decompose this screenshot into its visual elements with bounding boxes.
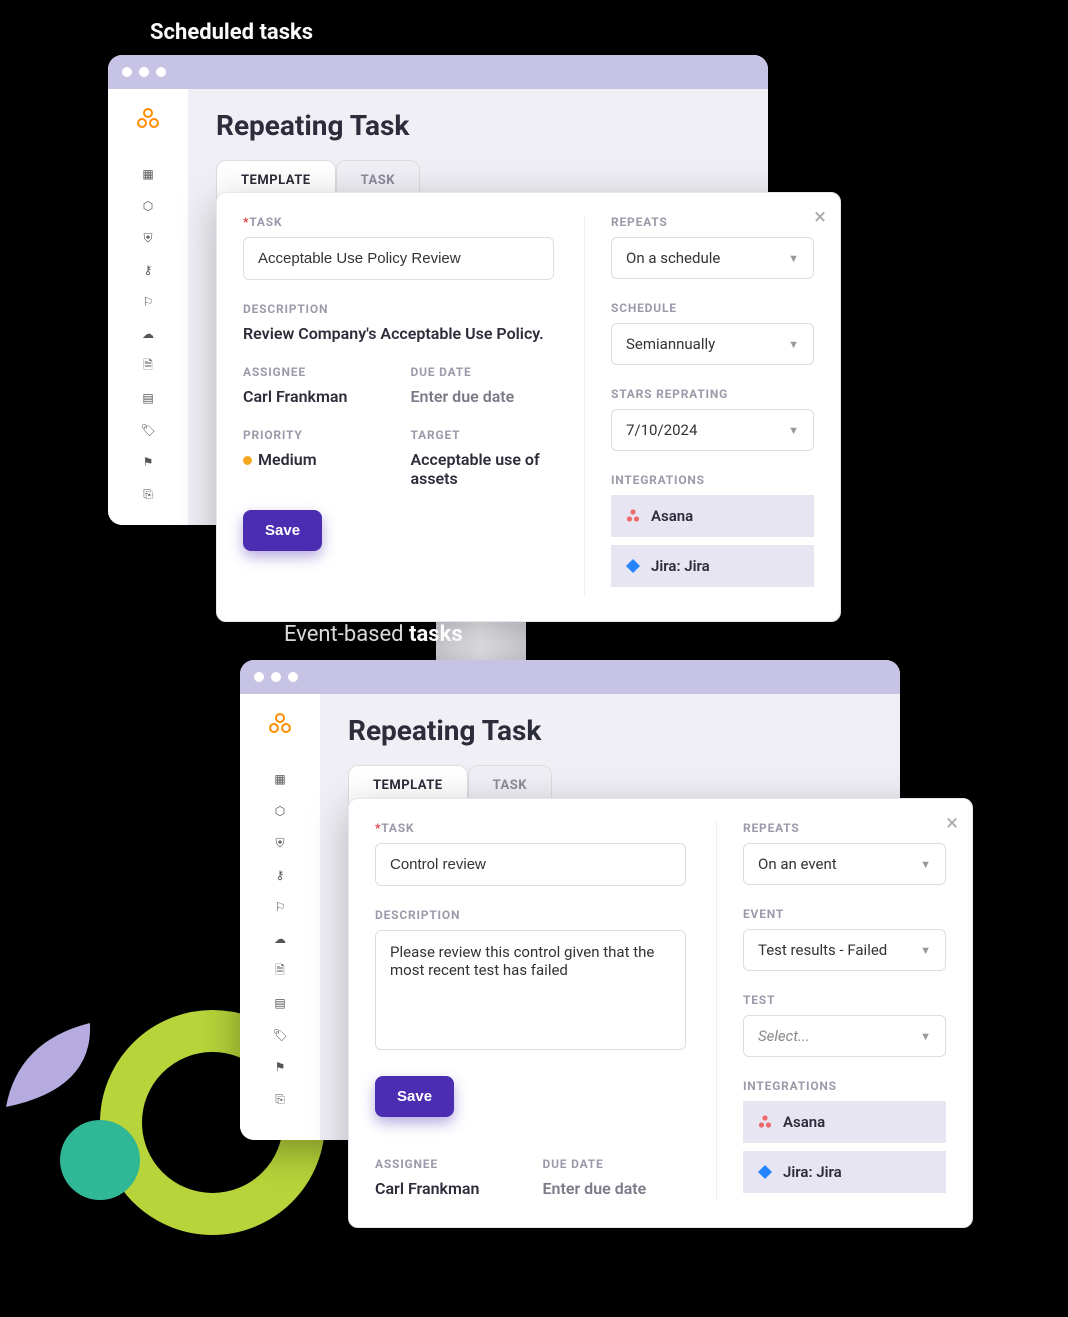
- assignee-value: Carl Frankman: [243, 387, 387, 406]
- starts-date-select[interactable]: 7/10/2024▼: [611, 409, 814, 451]
- sidebar-item-icon[interactable]: 🏷: [273, 1028, 287, 1042]
- window-dot: [254, 672, 264, 682]
- priority-dot-icon: [243, 456, 252, 465]
- decorative-leaf: [0, 1005, 120, 1125]
- jira-icon: [625, 558, 641, 574]
- test-select[interactable]: Select...▼: [743, 1015, 946, 1057]
- schedule-select[interactable]: Semiannually▼: [611, 323, 814, 365]
- chevron-down-icon: ▼: [788, 252, 799, 265]
- sidebar-item-icon[interactable]: ⚑: [273, 1060, 287, 1074]
- window-titlebar: [108, 55, 768, 89]
- sidebar: ▦ ⬡ ⛨ ⚷ ⚐ ☁ 🗎 ▤ 🏷 ⚑ ⎘: [108, 89, 188, 525]
- duedate-label: DUE DATE: [411, 365, 555, 379]
- description-label: DESCRIPTION: [375, 908, 686, 922]
- task-panel-event-based: × *TASK DESCRIPTION Save ASSIGNEE Carl F…: [348, 798, 973, 1228]
- integrations-label: INTEGRATIONS: [611, 473, 814, 487]
- section-label-event-based: Event-based tasks: [284, 622, 463, 647]
- chevron-down-icon: ▼: [788, 424, 799, 437]
- sidebar-item-icon[interactable]: ⚐: [141, 295, 155, 309]
- duedate-label: DUE DATE: [543, 1157, 687, 1171]
- window-dot: [139, 67, 149, 77]
- chevron-down-icon: ▼: [788, 338, 799, 351]
- section-label-scheduled: Scheduled tasks: [150, 20, 313, 45]
- description-textarea[interactable]: [375, 930, 686, 1050]
- assignee-label: ASSIGNEE: [375, 1157, 519, 1171]
- sidebar-item-icon[interactable]: ⚐: [273, 900, 287, 914]
- integration-jira[interactable]: Jira: Jira: [743, 1151, 946, 1193]
- target-value: Acceptable use of assets: [411, 450, 555, 488]
- integrations-label: INTEGRATIONS: [743, 1079, 946, 1093]
- priority-label: PRIORITY: [243, 428, 387, 442]
- sidebar-item-icon[interactable]: ▤: [273, 996, 287, 1010]
- asana-icon: [625, 508, 641, 524]
- asana-icon: [757, 1114, 773, 1130]
- integration-label: Jira: Jira: [783, 1163, 842, 1181]
- integration-label: Asana: [783, 1113, 825, 1131]
- priority-value: Medium: [243, 450, 387, 469]
- description-text: Review Company's Acceptable Use Policy.: [243, 324, 554, 343]
- sidebar-item-icon[interactable]: 🗎: [273, 964, 287, 978]
- page-title: Repeating Task: [216, 109, 740, 142]
- sidebar-item-icon[interactable]: 🗎: [141, 359, 155, 373]
- task-panel-scheduled: × *TASK DESCRIPTION Review Company's Acc…: [216, 192, 841, 622]
- sidebar-item-icon[interactable]: ⚑: [141, 455, 155, 469]
- duedate-value[interactable]: Enter due date: [543, 1179, 687, 1198]
- sidebar-item-icon[interactable]: ☁: [273, 932, 287, 946]
- integration-asana[interactable]: Asana: [743, 1101, 946, 1143]
- task-label: *TASK: [375, 821, 686, 835]
- page-title: Repeating Task: [348, 714, 872, 747]
- sidebar-item-icon[interactable]: ⚷: [141, 263, 155, 277]
- window-dot: [156, 67, 166, 77]
- task-name-input[interactable]: [243, 237, 554, 280]
- close-icon[interactable]: ×: [814, 205, 826, 230]
- save-button[interactable]: Save: [243, 510, 322, 551]
- close-icon[interactable]: ×: [946, 811, 958, 836]
- sidebar-item-icon[interactable]: ⎘: [141, 487, 155, 501]
- sidebar-item-icon[interactable]: ⬡: [141, 199, 155, 213]
- description-label: DESCRIPTION: [243, 302, 554, 316]
- window-dot: [122, 67, 132, 77]
- sidebar-item-icon[interactable]: ⛨: [273, 836, 287, 850]
- integration-label: Jira: Jira: [651, 557, 710, 575]
- sidebar-item-icon[interactable]: 🏷: [141, 423, 155, 437]
- repeats-select[interactable]: On an event▼: [743, 843, 946, 885]
- integration-jira[interactable]: Jira: Jira: [611, 545, 814, 587]
- task-name-input[interactable]: [375, 843, 686, 886]
- chevron-down-icon: ▼: [920, 1030, 931, 1043]
- repeats-label: REPEATS: [743, 821, 946, 835]
- window-titlebar: [240, 660, 900, 694]
- app-logo-icon: [268, 712, 292, 742]
- decorative-dot: [60, 1120, 140, 1200]
- window-dot: [288, 672, 298, 682]
- jira-icon: [757, 1164, 773, 1180]
- integration-label: Asana: [651, 507, 693, 525]
- sidebar-item-icon[interactable]: ⚷: [273, 868, 287, 882]
- sidebar-item-icon[interactable]: ⛨: [141, 231, 155, 245]
- sidebar: ▦ ⬡ ⛨ ⚷ ⚐ ☁ 🗎 ▤ 🏷 ⚑ ⎘: [240, 694, 320, 1140]
- repeats-label: REPEATS: [611, 215, 814, 229]
- integration-asana[interactable]: Asana: [611, 495, 814, 537]
- task-label: *TASK: [243, 215, 554, 229]
- repeats-select[interactable]: On a schedule▼: [611, 237, 814, 279]
- sidebar-item-icon[interactable]: ▦: [273, 772, 287, 786]
- test-label: TEST: [743, 993, 946, 1007]
- event-label: EVENT: [743, 907, 946, 921]
- window-dot: [271, 672, 281, 682]
- starts-label: STARS REPRATING: [611, 387, 814, 401]
- sidebar-item-icon[interactable]: ⎘: [273, 1092, 287, 1106]
- assignee-value: Carl Frankman: [375, 1179, 519, 1198]
- chevron-down-icon: ▼: [920, 944, 931, 957]
- sidebar-item-icon[interactable]: ☁: [141, 327, 155, 341]
- save-button[interactable]: Save: [375, 1076, 454, 1117]
- chevron-down-icon: ▼: [920, 858, 931, 871]
- event-select[interactable]: Test results - Failed▼: [743, 929, 946, 971]
- app-logo-icon: [136, 107, 160, 137]
- sidebar-item-icon[interactable]: ▦: [141, 167, 155, 181]
- schedule-label: SCHEDULE: [611, 301, 814, 315]
- sidebar-item-icon[interactable]: ▤: [141, 391, 155, 405]
- sidebar-item-icon[interactable]: ⬡: [273, 804, 287, 818]
- duedate-value[interactable]: Enter due date: [411, 387, 555, 406]
- assignee-label: ASSIGNEE: [243, 365, 387, 379]
- target-label: TARGET: [411, 428, 555, 442]
